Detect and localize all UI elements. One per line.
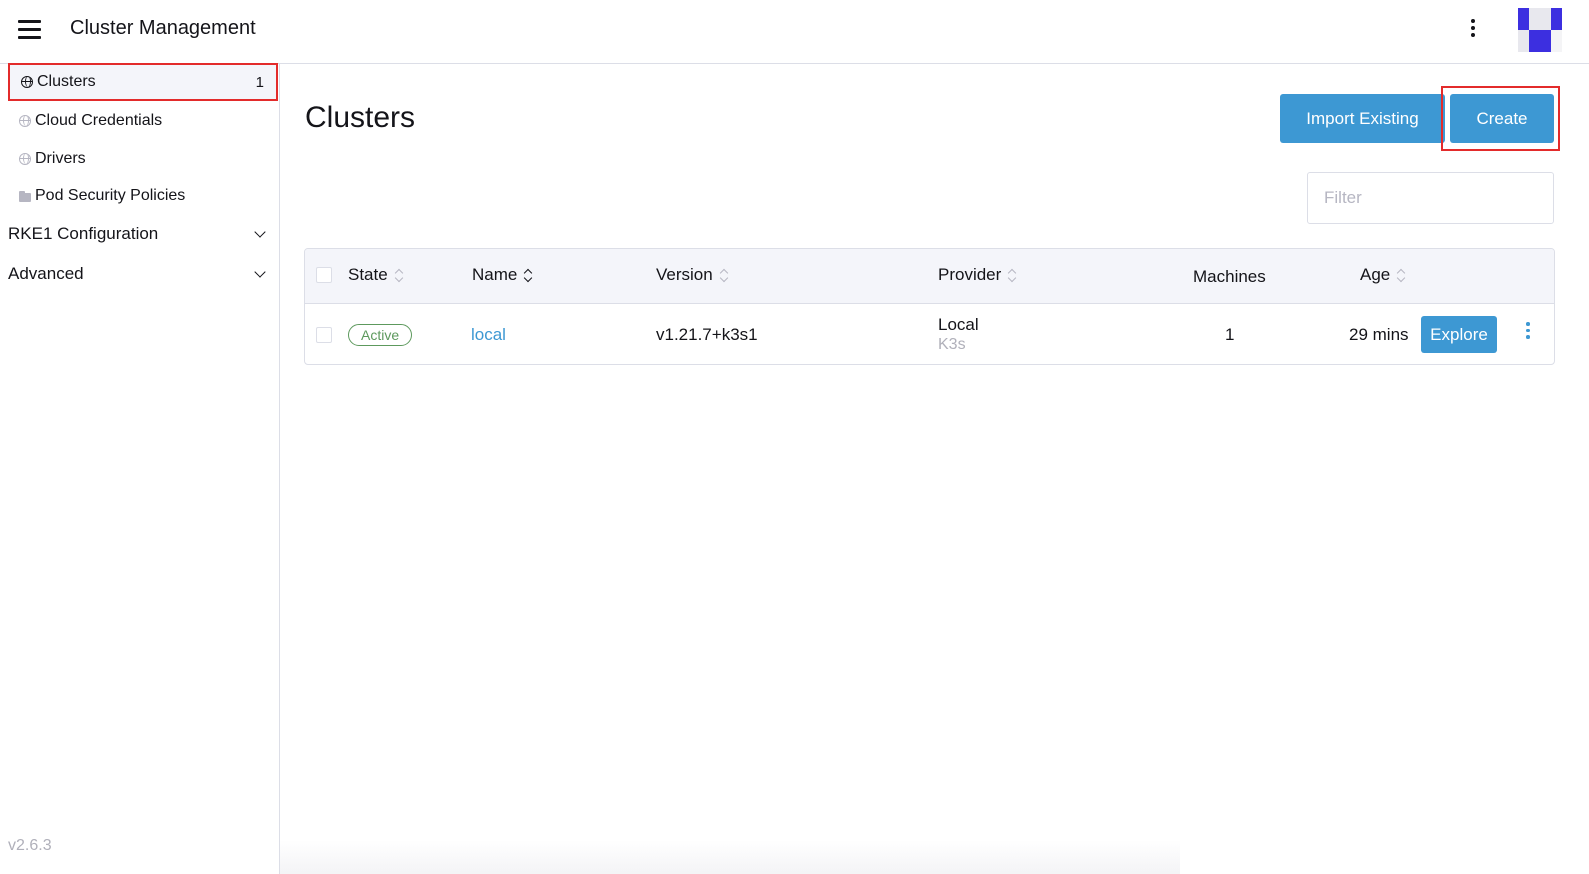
chevron-down-icon <box>254 266 266 278</box>
sort-icon <box>720 268 728 282</box>
app-version: v2.6.3 <box>8 837 52 854</box>
row-checkbox[interactable] <box>316 327 332 343</box>
cluster-version: v1.21.7+k3s1 <box>656 325 758 344</box>
column-header-provider[interactable]: Provider <box>938 265 1016 285</box>
app-title: Cluster Management <box>70 17 256 39</box>
cluster-provider-sub: K3s <box>938 336 966 353</box>
sidebar-item-label: Cloud Credentials <box>35 112 163 129</box>
sort-icon <box>395 268 403 282</box>
top-header: Cluster Management <box>0 0 1589 64</box>
sidebar-item-label: Clusters <box>37 73 96 90</box>
globe-icon <box>21 76 33 88</box>
sidebar-item-pod-security-policies[interactable]: Pod Security Policies <box>8 177 278 215</box>
sidebar-group-label: RKE1 Configuration <box>8 224 159 243</box>
globe-icon <box>19 115 31 127</box>
sidebar: Clusters 1 Cloud Credentials Drivers Pod… <box>0 63 280 874</box>
cluster-machines: 1 <box>1225 325 1235 344</box>
import-existing-button[interactable]: Import Existing <box>1280 94 1445 143</box>
row-actions-ellipsis-icon[interactable] <box>1518 319 1538 349</box>
status-badge: Active <box>348 324 413 346</box>
sort-icon <box>1397 268 1405 282</box>
sidebar-group-label: Advanced <box>8 264 84 283</box>
select-all-checkbox[interactable] <box>316 267 332 283</box>
column-header-label: Machines <box>1193 267 1266 286</box>
sidebar-group-rke1-configuration[interactable]: RKE1 Configuration <box>8 217 270 251</box>
cluster-provider: Local <box>938 315 979 334</box>
filter-input[interactable] <box>1307 172 1554 224</box>
sidebar-item-drivers[interactable]: Drivers <box>8 140 278 178</box>
explore-button[interactable]: Explore <box>1421 316 1497 353</box>
sort-icon <box>524 268 532 282</box>
sidebar-group-advanced[interactable]: Advanced <box>8 257 270 291</box>
globe-icon <box>19 153 31 165</box>
sidebar-item-label: Pod Security Policies <box>35 187 186 204</box>
table-header: State Name Version Provider Machines Age <box>305 249 1554 304</box>
cluster-age: 29 mins <box>1349 325 1409 344</box>
create-button[interactable]: Create <box>1450 94 1554 143</box>
column-header-label: Age <box>1360 265 1391 284</box>
sidebar-item-cloud-credentials[interactable]: Cloud Credentials <box>8 102 278 140</box>
column-header-label: Name <box>472 265 518 284</box>
sort-icon <box>1008 268 1016 282</box>
column-header-age[interactable]: Age <box>1360 265 1405 285</box>
sidebar-item-label: Drivers <box>35 150 86 167</box>
page-title: Clusters <box>305 101 416 134</box>
cluster-name-link[interactable]: local <box>471 325 506 345</box>
table-row: Active local v1.21.7+k3s1 Local K3s 1 29… <box>305 305 1554 364</box>
column-header-label: State <box>348 265 388 284</box>
avatar[interactable] <box>1518 8 1562 52</box>
column-header-label: Provider <box>938 265 1002 284</box>
hamburger-icon[interactable] <box>18 20 42 40</box>
sidebar-item-count: 1 <box>255 73 264 91</box>
clusters-table: State Name Version Provider Machines Age… <box>304 248 1555 365</box>
column-header-name[interactable]: Name <box>472 265 532 285</box>
sidebar-item-clusters[interactable]: Clusters 1 <box>8 63 278 101</box>
vertical-ellipsis-icon[interactable] <box>1462 16 1484 46</box>
column-header-version[interactable]: Version <box>656 265 728 285</box>
column-header-label: Version <box>656 265 713 284</box>
column-header-machines: Machines <box>1193 267 1266 287</box>
column-header-state[interactable]: State <box>348 265 403 285</box>
folder-icon <box>19 190 31 202</box>
footer-shadow <box>280 840 1180 874</box>
chevron-down-icon <box>254 226 266 238</box>
